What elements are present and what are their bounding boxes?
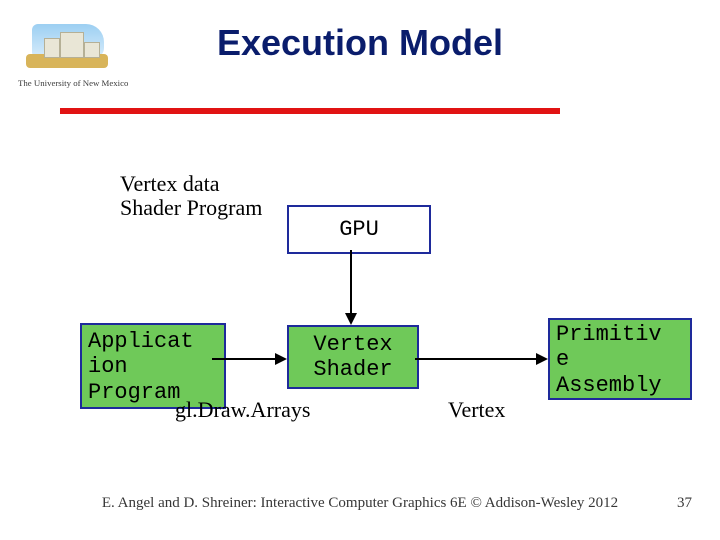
label-vertex-data-line1: Vertex data (120, 172, 262, 196)
label-vertex-data: Vertex data Shader Program (120, 172, 262, 220)
label-primitive-assembly-l1: Primitiv (556, 322, 662, 347)
arrow-vertex-shader-to-primitive (415, 358, 537, 360)
logo-caption: The University of New Mexico (18, 78, 128, 88)
arrowhead-vertex-shader-to-primitive (536, 353, 548, 365)
arrow-gpu-to-vertex-shader (350, 250, 352, 315)
unm-logo: The University of New Mexico (18, 24, 128, 96)
label-primitive-assembly-l3: Assembly (556, 373, 662, 398)
box-gpu: GPU (287, 205, 431, 254)
label-vertex-data-line2: Shader Program (120, 196, 262, 220)
label-gldrawarrays: gl.Draw.Arrays (175, 398, 310, 422)
title-underline (60, 108, 560, 114)
footer-copyright: E. Angel and D. Shreiner: Interactive Co… (0, 495, 720, 512)
label-application-l2: ion (88, 354, 194, 379)
arrowhead-gpu-to-vertex-shader (345, 313, 357, 325)
label-application-l1: Applicat (88, 329, 194, 354)
box-vertex-shader: Vertex Shader (287, 325, 419, 389)
arrowhead-app-to-vertex-shader (275, 353, 287, 365)
label-primitive-assembly-l2: e (556, 347, 662, 372)
box-primitive-assembly: Primitiv e Assembly (548, 318, 692, 400)
label-vertex-shader-l1: Vertex (313, 332, 392, 357)
label-vertex-shader-l2: Shader (313, 357, 392, 382)
label-gpu: GPU (339, 217, 379, 242)
page-number: 37 (677, 495, 692, 512)
arrow-app-to-vertex-shader (212, 358, 276, 360)
label-vertex-arrow: Vertex (448, 398, 505, 422)
